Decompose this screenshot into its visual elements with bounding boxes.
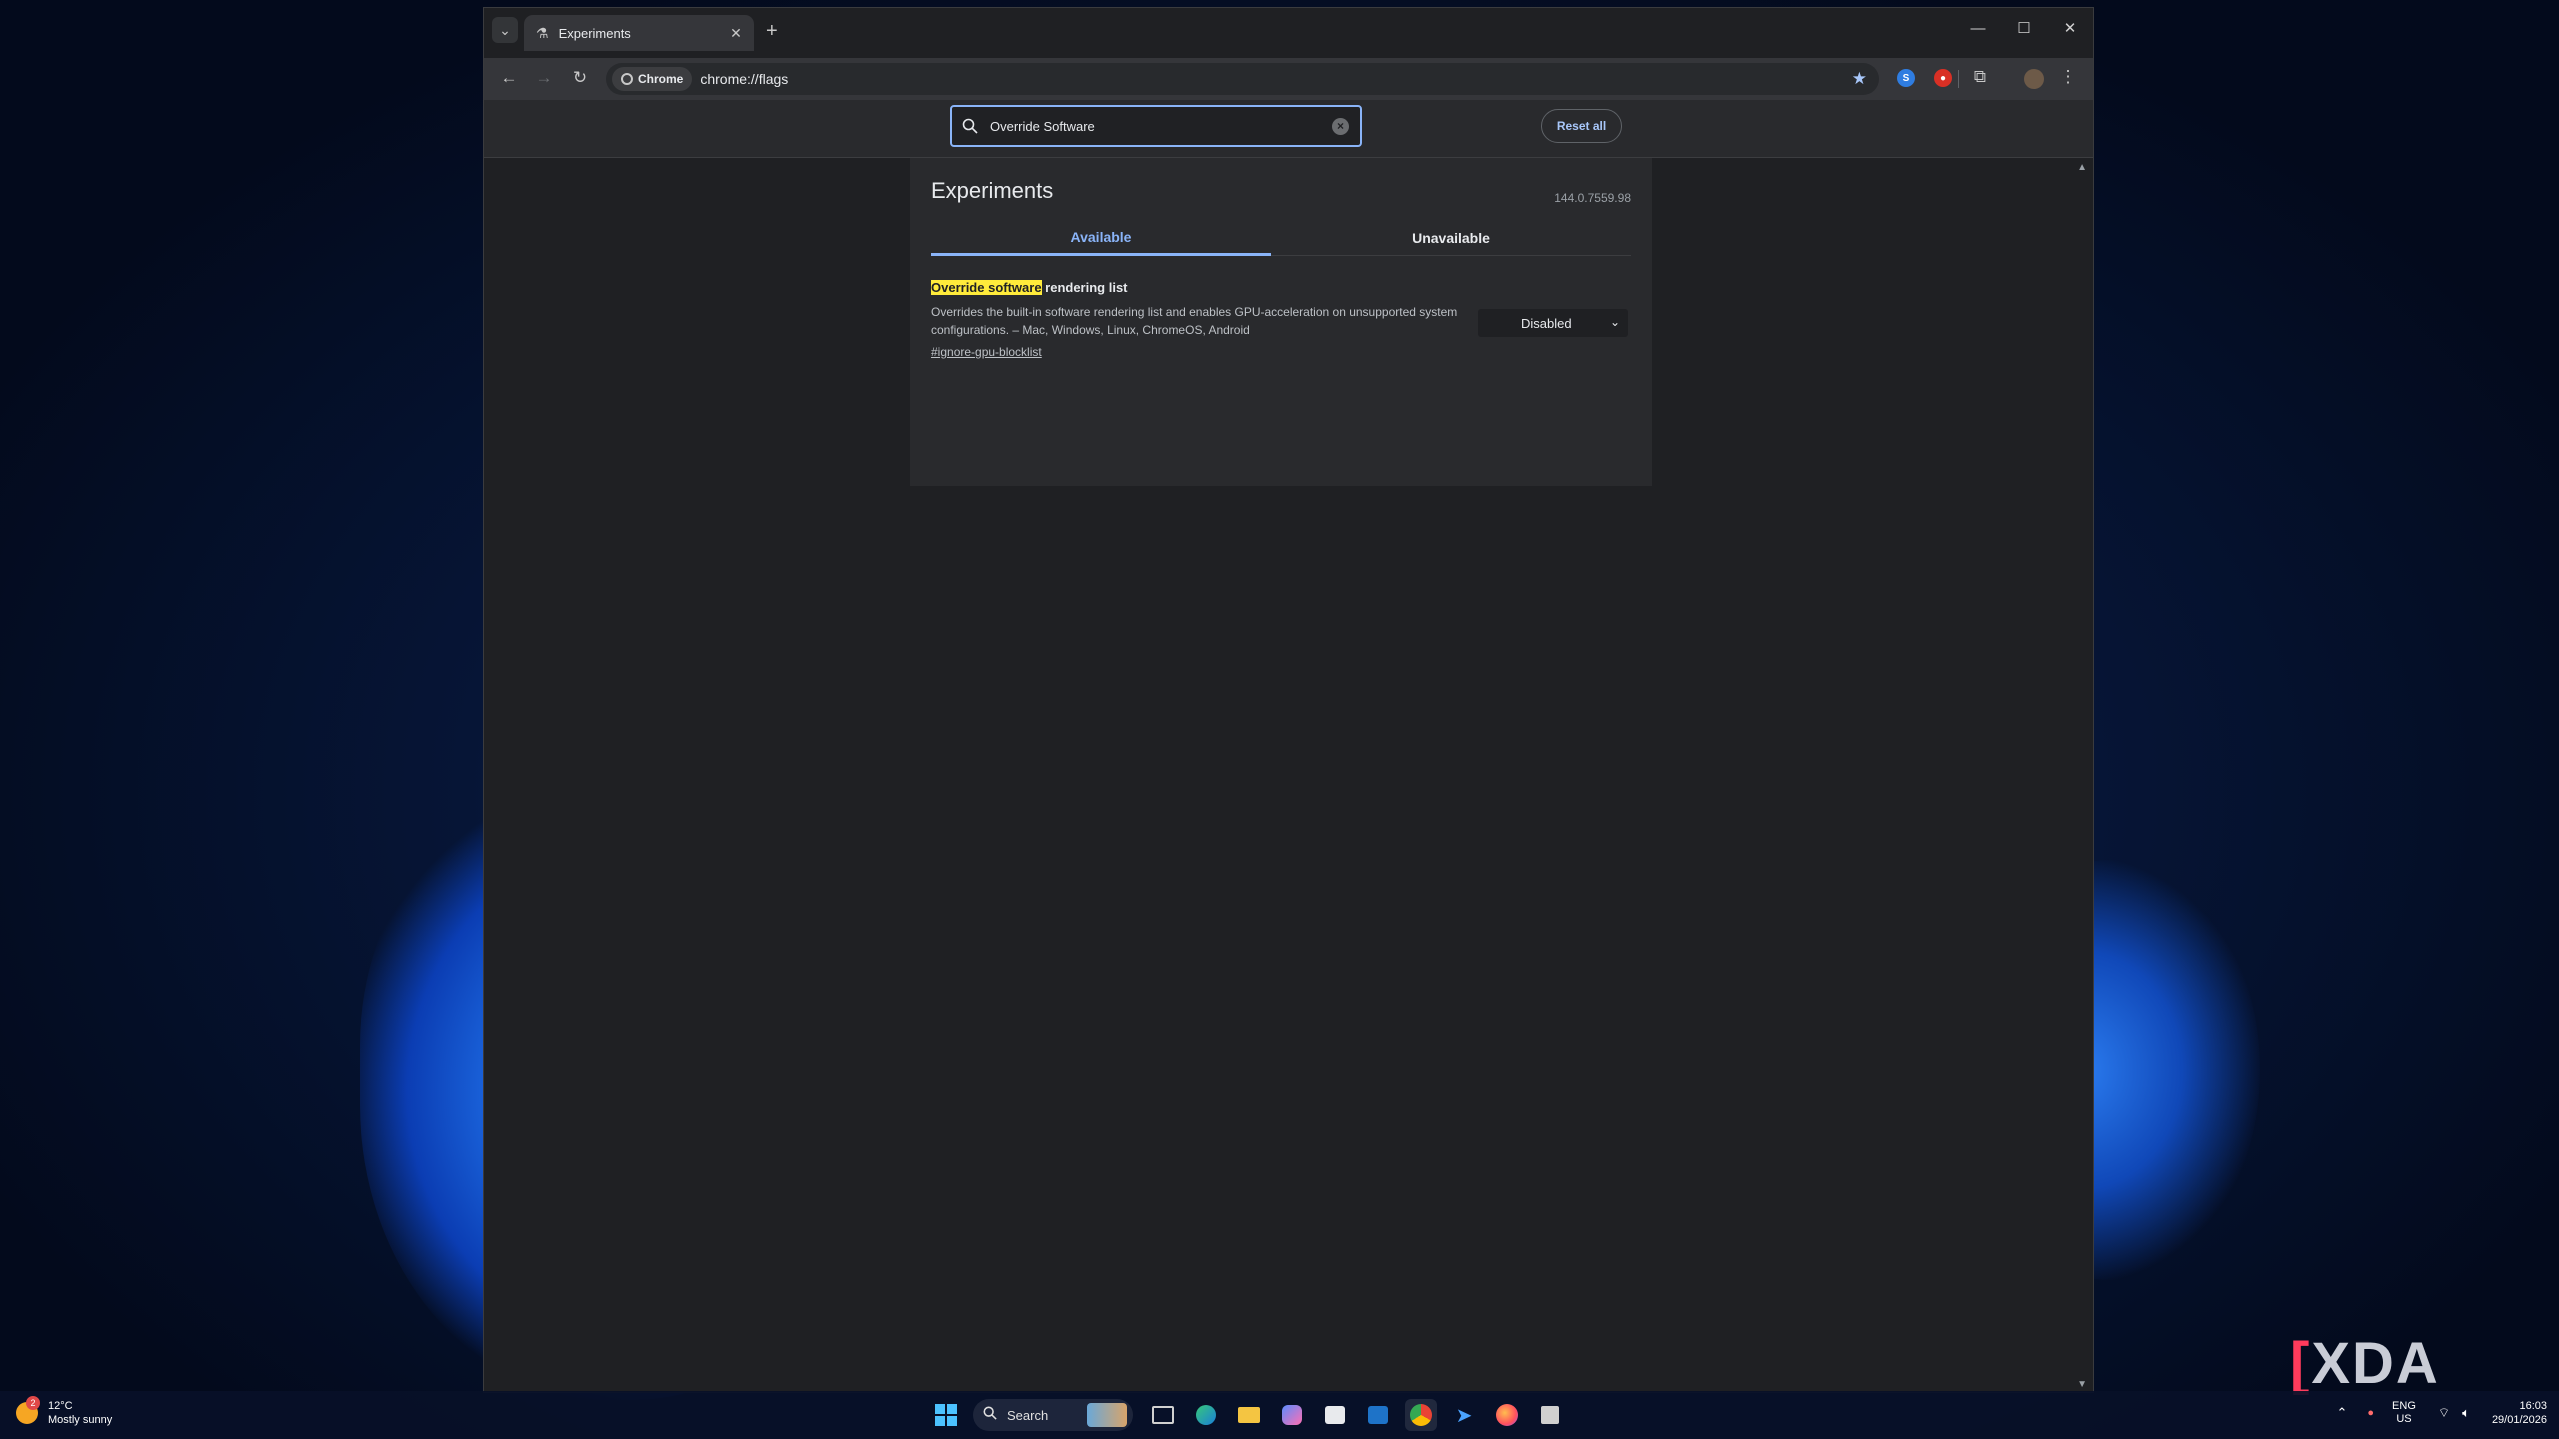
weather-temp: 12°C xyxy=(48,1400,73,1412)
url-text[interactable]: chrome://flags xyxy=(700,71,1851,87)
taskbar-search[interactable]: Search xyxy=(973,1399,1133,1431)
weather-badge: 2 xyxy=(26,1396,40,1410)
sun-icon: 2 xyxy=(16,1396,40,1424)
lang-top: ENG xyxy=(2392,1400,2416,1412)
tab-close-icon[interactable]: ✕ xyxy=(726,25,746,42)
wifi-icon[interactable]: ⌔ xyxy=(2438,1405,2450,1421)
window-controls: — ☐ ✕ xyxy=(1955,8,2093,48)
volume-icon[interactable]: 🔈︎ xyxy=(2462,1405,2470,1421)
experiment-state-select[interactable]: Disabled ⌄ xyxy=(1478,309,1628,337)
bookmark-star-icon[interactable]: ★ xyxy=(1852,69,1867,89)
experiments-panel: Experiments 144.0.7559.98 Available Unav… xyxy=(910,158,1652,486)
chevron-up-icon[interactable]: ⌃ xyxy=(2336,1405,2347,1421)
new-tab-button[interactable]: + xyxy=(766,20,778,42)
search-input[interactable]: Override Software xyxy=(990,119,1332,134)
edge-icon[interactable] xyxy=(1190,1399,1222,1431)
chevron-down-icon: ⌄ xyxy=(1609,315,1620,329)
search-icon xyxy=(983,1406,999,1425)
search-icon xyxy=(962,118,984,134)
maximize-button[interactable]: ☐ xyxy=(2001,8,2047,48)
xda-text: XDA xyxy=(2311,1331,2440,1396)
clear-search-icon[interactable]: × xyxy=(1332,117,1349,135)
lang-bottom: US xyxy=(2396,1413,2412,1425)
omnibox[interactable]: Chrome chrome://flags ★ xyxy=(606,63,1879,95)
xda-watermark: [XDA xyxy=(2290,1330,2440,1397)
tray-app-icon[interactable]: ● xyxy=(2367,1407,2374,1419)
browser-window: ⌄ ⚗ Experiments ✕ + — ☐ ✕ ← → ↻ Chrome c… xyxy=(483,7,2094,1393)
taskbar: 2 12°C Mostly sunny Search ➤ ⌃ ● ENG US … xyxy=(0,1391,2559,1439)
store-icon[interactable] xyxy=(1319,1399,1351,1431)
site-info-chip[interactable]: Chrome xyxy=(612,67,693,91)
chevron-down-icon: ⌄ xyxy=(499,21,511,38)
page-title: Experiments xyxy=(931,178,1054,203)
firefox-icon[interactable] xyxy=(1491,1399,1523,1431)
flask-icon: ⚗ xyxy=(536,24,549,41)
experiment-permalink[interactable]: #ignore-gpu-blocklist xyxy=(931,345,1042,359)
file-explorer-icon[interactable] xyxy=(1233,1399,1265,1431)
minimize-button[interactable]: — xyxy=(1955,8,2001,48)
experiment-state-value: Disabled xyxy=(1521,315,1572,331)
reset-all-button[interactable]: Reset all xyxy=(1541,109,1622,143)
search-highlight-image xyxy=(1087,1403,1127,1427)
experiment-name: Override software rendering list xyxy=(931,280,1128,295)
taskbar-apps: Search ➤ xyxy=(930,1399,1577,1431)
flags-search-box[interactable]: Override Software × xyxy=(950,105,1362,147)
tab-title: Experiments xyxy=(558,25,631,41)
forward-button[interactable]: → xyxy=(533,68,555,88)
clock-date: 29/01/2026 xyxy=(2491,1414,2547,1426)
flags-header: Override Software × Reset all xyxy=(484,100,2093,158)
copilot-icon[interactable] xyxy=(1276,1399,1308,1431)
powershell-icon[interactable]: ➤ xyxy=(1448,1399,1480,1431)
experiment-name-highlight: Override software xyxy=(931,280,1042,295)
chrome-icon[interactable] xyxy=(1405,1399,1437,1431)
version-label: 144.0.7559.98 xyxy=(1554,191,1631,205)
xda-logo-icon: [ xyxy=(2290,1331,2312,1396)
experiment-name-rest: rendering list xyxy=(1041,280,1128,295)
task-view-icon[interactable] xyxy=(1147,1399,1179,1431)
weather-widget[interactable]: 2 12°C Mostly sunny xyxy=(16,1396,113,1427)
language-indicator[interactable]: ENG US xyxy=(2392,1400,2416,1426)
weather-desc: Mostly sunny xyxy=(48,1414,113,1426)
browser-toolbar: ← → ↻ Chrome chrome://flags ★ S ● ⧉ ⋮ xyxy=(484,58,2093,100)
tab-search-button[interactable]: ⌄ xyxy=(492,17,518,43)
outlook-icon[interactable] xyxy=(1362,1399,1394,1431)
app-icon[interactable] xyxy=(1534,1399,1566,1431)
experiment-description: Overrides the built-in software renderin… xyxy=(931,305,1458,337)
reload-button[interactable]: ↻ xyxy=(569,68,591,88)
system-tray: ⌃ ● ENG US ⌔ 🔈︎ 16:03 29/01/2026 xyxy=(2336,1399,2547,1427)
kebab-menu-icon[interactable]: ⋮ xyxy=(2057,67,2079,87)
tab-unavailable[interactable]: Unavailable xyxy=(1281,221,1621,254)
puzzle-extensions-icon[interactable]: ⧉ xyxy=(1969,67,1991,87)
close-window-button[interactable]: ✕ xyxy=(2047,8,2093,48)
windows-start-icon[interactable] xyxy=(930,1399,962,1431)
extension-icon-red[interactable]: ● xyxy=(1934,69,1952,87)
tab-experiments[interactable]: ⚗ Experiments ✕ xyxy=(524,15,754,51)
chip-label: Chrome xyxy=(638,72,684,86)
experiments-tabs: Available Unavailable xyxy=(931,221,1631,256)
back-button[interactable]: ← xyxy=(498,68,520,88)
scroll-down-arrow[interactable]: ▼ xyxy=(2077,1379,2087,1390)
avatar[interactable] xyxy=(2024,69,2044,89)
extension-icon-blue[interactable]: S xyxy=(1897,69,1915,87)
tab-strip: ⌄ ⚗ Experiments ✕ + — ☐ ✕ xyxy=(484,8,2093,58)
clock[interactable]: 16:03 29/01/2026 xyxy=(2492,1399,2547,1427)
taskbar-search-label: Search xyxy=(1007,1407,1049,1423)
tab-available[interactable]: Available xyxy=(931,221,1271,256)
scroll-up-arrow[interactable]: ▲ xyxy=(2077,162,2087,173)
chrome-icon xyxy=(621,73,633,85)
flags-content: Experiments 144.0.7559.98 Available Unav… xyxy=(484,158,2093,1392)
toolbar-divider xyxy=(1958,70,1959,88)
clock-time: 16:03 xyxy=(2519,1400,2547,1412)
